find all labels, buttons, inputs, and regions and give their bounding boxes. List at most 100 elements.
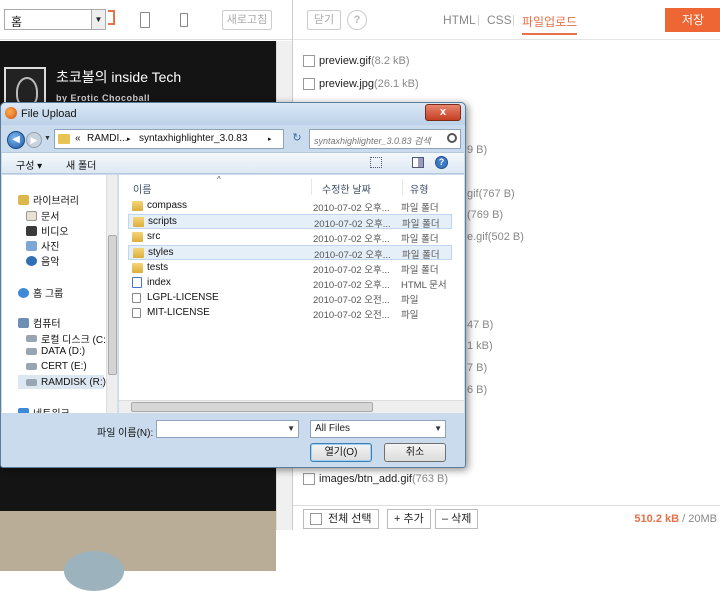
file-checkbox[interactable] <box>303 78 315 90</box>
breadcrumb-overflow[interactable]: « <box>75 133 81 144</box>
search-placeholder: syntaxhighlighter_3.0.83 검색 <box>314 136 431 146</box>
nav-item-documents[interactable]: 문서 <box>26 208 59 223</box>
nav-item-label: 라이브러리 <box>33 196 79 207</box>
view-options-icon[interactable] <box>370 157 382 168</box>
row-name: src <box>147 231 161 242</box>
nav-item-library[interactable]: 라이브러리 <box>18 192 79 207</box>
list-item[interactable]: images/btn_add.gif (763 B) <box>303 469 448 489</box>
new-folder-button[interactable]: 새 폴더 <box>66 157 96 172</box>
preview-background <box>0 511 276 591</box>
address-bar[interactable]: « RAMDI... ▸ syntaxhighlighter_3.0.83 ▸ <box>54 129 284 149</box>
scrollbar-thumb[interactable] <box>108 235 117 375</box>
scrollbar-thumb[interactable] <box>131 402 373 412</box>
horizontal-scrollbar[interactable] <box>119 400 464 413</box>
table-row[interactable]: LGPL-LICENSE 2010-07-02 오전... 파일 <box>128 291 452 306</box>
file-type-select[interactable]: All Files ▼ <box>310 420 446 438</box>
history-dropdown-icon[interactable]: ▼ <box>44 135 51 142</box>
file-checkbox[interactable] <box>303 473 315 485</box>
select-all-button[interactable]: 전체 선택 <box>303 509 379 529</box>
folder-icon <box>132 263 143 273</box>
file-size-fragment: 9 B) <box>467 144 488 156</box>
breadcrumb-separator-icon[interactable]: ▸ <box>268 135 272 143</box>
table-row[interactable]: tests 2010-07-02 오후... 파일 폴더 <box>128 261 452 276</box>
chevron-down-icon[interactable]: ▼ <box>91 10 105 29</box>
nav-item-label: 사진 <box>41 242 60 253</box>
nav-scrollbar[interactable] <box>106 175 117 413</box>
close-button[interactable]: 닫기 <box>307 10 341 30</box>
nav-item-drive-d[interactable]: DATA (D:) <box>26 346 85 357</box>
panel-header: 닫기 ? HTML | CSS | 파일업로드 저장 <box>293 0 720 40</box>
breadcrumb-separator-icon[interactable]: ▸ <box>127 135 131 143</box>
help-icon[interactable]: ? <box>347 10 367 30</box>
row-name: styles <box>148 247 174 258</box>
row-name: tests <box>147 262 169 273</box>
breadcrumb-current-folder[interactable]: syntaxhighlighter_3.0.83 <box>139 133 247 144</box>
dialog-titlebar[interactable]: File Upload x <box>1 103 465 125</box>
font-select[interactable]: 홈 ▼ <box>4 9 106 30</box>
nav-item-music[interactable]: 음악 <box>26 253 59 268</box>
table-row[interactable]: MIT-LICENSE 2010-07-02 오전... 파일 <box>128 306 452 321</box>
tab-css[interactable]: CSS <box>487 13 512 27</box>
column-header-name[interactable]: 이름 <box>133 181 151 196</box>
table-row[interactable]: styles 2010-07-02 오후... 파일 폴더 <box>128 245 452 261</box>
row-date: 2010-07-02 오후... <box>313 234 390 245</box>
file-size-fragment: 1 kB) <box>467 340 493 352</box>
nav-item-pictures[interactable]: 사진 <box>26 238 59 253</box>
chevron-down-icon[interactable]: ▼ <box>287 424 295 433</box>
drive-icon <box>26 378 37 386</box>
nav-item-homegroup[interactable]: 홈 그룹 <box>18 285 63 300</box>
list-item[interactable]: preview.gif (8.2 kB) <box>303 51 410 71</box>
nav-item-computer[interactable]: 컴퓨터 <box>18 315 61 330</box>
chevron-down-icon[interactable]: ▼ <box>434 424 442 433</box>
cancel-button[interactable]: 취소 <box>384 443 446 462</box>
nav-item-videos[interactable]: 비디오 <box>26 223 69 238</box>
row-name: index <box>147 277 171 288</box>
open-button[interactable]: 열기(O) <box>310 443 372 462</box>
table-row[interactable]: scripts 2010-07-02 오후... 파일 폴더 <box>128 214 452 230</box>
nav-item-drive-e[interactable]: CERT (E:) <box>26 361 87 372</box>
mobile-icon[interactable] <box>180 13 188 27</box>
back-arrow-icon[interactable]: ◀ <box>7 131 25 149</box>
search-input[interactable]: syntaxhighlighter_3.0.83 검색 <box>309 129 461 149</box>
add-file-button[interactable]: + 추가 <box>387 509 431 529</box>
file-checkbox[interactable] <box>303 55 315 67</box>
table-row[interactable]: index 2010-07-02 오후... HTML 문서 <box>128 276 452 291</box>
nav-item-drive-c[interactable]: 로컬 디스크 (C:) <box>26 331 109 346</box>
row-name: compass <box>147 200 188 211</box>
list-item[interactable]: preview.jpg (26.1 kB) <box>303 74 419 94</box>
library-icon <box>18 194 29 205</box>
filename-input[interactable]: ▼ <box>156 420 299 438</box>
refresh-icon[interactable]: ↻ <box>288 131 306 147</box>
refresh-button[interactable]: 새로고침 <box>222 10 272 30</box>
folder-icon <box>132 232 143 242</box>
nav-item-label: RAMDISK (R:) <box>41 376 106 388</box>
forward-arrow-icon[interactable]: ▶ <box>26 132 42 148</box>
file-name: preview.gif <box>319 55 371 67</box>
organize-menu[interactable]: 구성 ▾ <box>16 157 42 172</box>
delete-file-button[interactable]: – 삭제 <box>435 509 479 529</box>
breadcrumb-ramdisk[interactable]: RAMDI... <box>87 133 128 144</box>
preview-pane-icon[interactable] <box>412 157 424 168</box>
column-header-date[interactable]: 수정한 날짜 <box>322 181 371 196</box>
column-divider[interactable] <box>311 179 312 195</box>
nav-item-drive-r[interactable]: RAMDISK (R:) <box>18 375 106 389</box>
select-all-label: 전체 선택 <box>328 513 372 525</box>
navigation-pane: 라이브러리 문서 비디오 사진 음악 홈 그룹 컴퓨터 로컬 디스크 (C:) <box>2 175 118 413</box>
tab-file-upload[interactable]: 파일업로드 <box>522 13 578 35</box>
column-divider[interactable] <box>402 179 403 195</box>
nav-item-label: 비디오 <box>41 227 69 238</box>
select-all-checkbox[interactable] <box>310 513 322 525</box>
save-button[interactable]: 저장 <box>665 8 720 32</box>
help-icon[interactable]: ? <box>435 156 448 169</box>
tab-html[interactable]: HTML <box>443 13 476 27</box>
tablet-icon[interactable] <box>140 12 150 28</box>
row-date: 2010-07-02 오전... <box>313 310 390 321</box>
table-row[interactable]: compass 2010-07-02 오후... 파일 폴더 <box>128 199 452 214</box>
row-name: LGPL-LICENSE <box>147 292 219 303</box>
dialog-close-button[interactable]: x <box>425 104 461 121</box>
drive-icon <box>26 348 37 355</box>
picture-icon <box>26 240 37 251</box>
table-row[interactable]: src 2010-07-02 오후... 파일 폴더 <box>128 230 452 245</box>
column-header-type[interactable]: 유형 <box>410 181 428 196</box>
nav-item-network[interactable]: 네트워크 <box>18 405 70 413</box>
